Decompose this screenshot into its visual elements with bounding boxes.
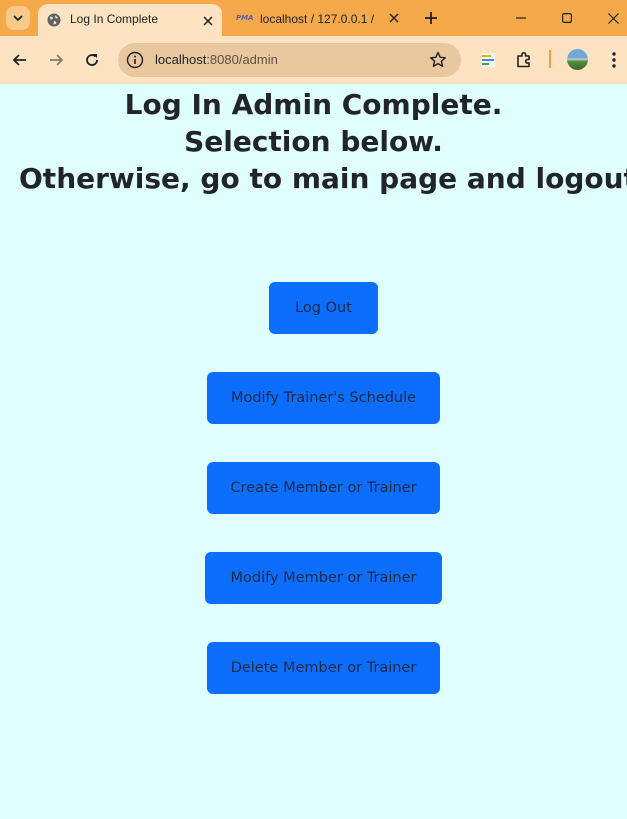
phpmyadmin-icon: PMA (236, 14, 254, 22)
create-member-or-trainer-button[interactable]: Create Member or Trainer (207, 462, 440, 514)
reload-button[interactable] (80, 48, 104, 72)
close-icon (607, 12, 619, 24)
modify-member-or-trainer-button[interactable]: Modify Member or Trainer (205, 552, 442, 604)
tab-title: localhost / 127.0.0.1 / (260, 12, 375, 26)
url-path: :8080/admin (206, 52, 278, 67)
url-text[interactable]: localhost:8080/admin (155, 52, 278, 67)
close-tab-button[interactable] (386, 10, 402, 26)
close-icon (203, 16, 213, 26)
url-host: localhost (155, 52, 207, 67)
globe-icon (47, 13, 61, 27)
tab-log-in-complete[interactable]: Log In Complete (38, 4, 222, 36)
minimize-button[interactable] (498, 4, 544, 32)
tab-phpmyadmin[interactable]: PMA localhost / 127.0.0.1 / (226, 4, 410, 32)
close-window-button[interactable] (590, 4, 627, 32)
address-bar[interactable]: localhost:8080/admin (118, 43, 461, 77)
profile-avatar[interactable] (567, 49, 588, 70)
maximize-button[interactable] (544, 4, 590, 32)
extension-icon[interactable] (478, 50, 498, 70)
heading-line-3: Otherwise, go to main page and logout! (19, 162, 627, 195)
extensions-puzzle-icon[interactable] (514, 50, 534, 70)
log-out-button[interactable]: Log Out (269, 282, 378, 334)
plus-icon (425, 12, 437, 24)
heading-line-2: Selection below. (184, 125, 443, 158)
close-icon (389, 13, 399, 23)
maximize-icon (562, 13, 572, 23)
minimize-icon (516, 17, 526, 19)
arrow-left-icon (12, 54, 26, 66)
modify-trainer-schedule-button[interactable]: Modify Trainer's Schedule (207, 372, 440, 424)
new-tab-button[interactable] (420, 7, 442, 29)
heading-line-1: Log In Admin Complete. (124, 88, 503, 121)
close-tab-button[interactable] (200, 13, 216, 29)
more-menu-icon[interactable] (604, 50, 624, 70)
site-info-icon[interactable] (126, 51, 144, 69)
toolbar-divider (549, 50, 551, 68)
arrow-right-icon (50, 54, 64, 66)
browser-toolbar: localhost:8080/admin (0, 36, 627, 84)
tab-title: Log In Complete (70, 12, 159, 26)
reload-icon (86, 54, 98, 66)
tab-strip: Log In Complete PMA localhost / 127.0.0.… (0, 0, 627, 36)
back-button[interactable] (8, 48, 32, 72)
bookmark-star-icon[interactable] (429, 51, 447, 69)
forward-button[interactable] (44, 48, 68, 72)
delete-member-or-trainer-button[interactable]: Delete Member or Trainer (207, 642, 440, 694)
chevron-down-icon (13, 15, 23, 22)
page-heading: Log In Admin Complete. Selection below. … (0, 86, 627, 197)
tab-search-button[interactable] (6, 6, 30, 30)
